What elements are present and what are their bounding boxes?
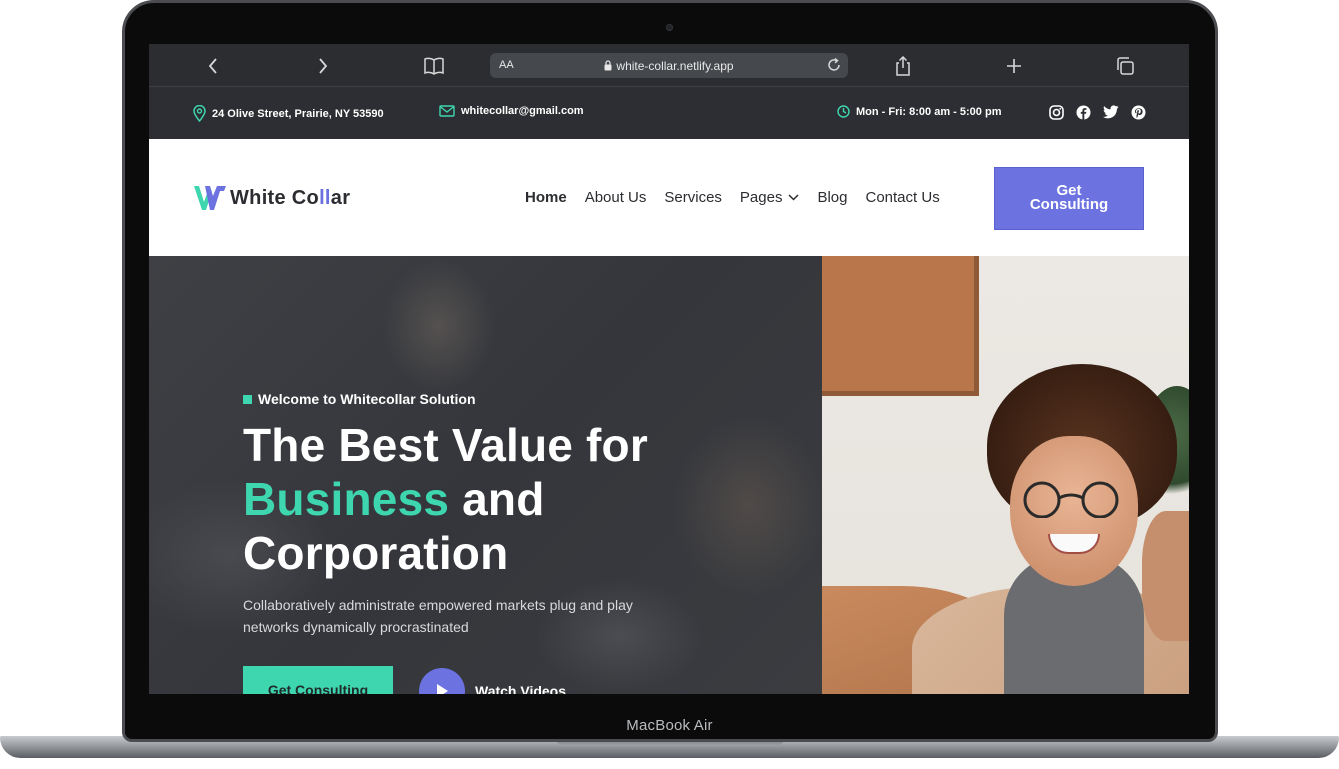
eyebrow-square-icon [243, 394, 252, 404]
back-icon[interactable] [200, 53, 226, 79]
device-label: MacBook Air [626, 717, 713, 734]
get-consulting-header-button[interactable]: Get Consulting [994, 167, 1144, 230]
brand-name: White Collar [230, 186, 351, 209]
glasses [1023, 481, 1119, 518]
bookmarks-icon[interactable] [421, 53, 447, 79]
nav-item-about-us[interactable]: About Us [585, 189, 647, 206]
chevron-down-icon [788, 194, 799, 201]
get-consulting-hero-button[interactable]: Get Consulting [243, 666, 393, 694]
twitter-icon[interactable] [1103, 105, 1119, 123]
address-bar[interactable]: AA white-collar.netlify.app [490, 53, 848, 78]
share-icon[interactable] [890, 53, 916, 79]
map-pin-icon [193, 105, 206, 122]
address-item: 24 Olive Street, Prairie, NY 53590 [193, 105, 384, 122]
hero-subtext: Collaboratively administrate empowered m… [243, 597, 633, 635]
hero-eyebrow: Welcome to Whitecollar Solution [243, 391, 476, 407]
headline-line-1: The Best Value for [243, 419, 648, 471]
hero-photo-woman-smiling [822, 256, 1189, 694]
email-text[interactable]: whitecollar@gmail.com [461, 105, 584, 117]
nav-item-blog[interactable]: Blog [817, 189, 847, 206]
main-nav: Home About Us Services Pages Blog Contac… [525, 189, 940, 206]
email-item[interactable]: whitecollar@gmail.com [439, 105, 584, 117]
forward-icon[interactable] [310, 53, 336, 79]
corkboard [822, 256, 979, 396]
reload-icon[interactable] [826, 57, 842, 78]
hours-text: Mon - Fri: 8:00 am - 5:00 pm [856, 105, 1002, 118]
watch-videos-label[interactable]: Watch Videos [475, 683, 566, 694]
new-tab-icon[interactable] [1001, 53, 1027, 79]
address-text: 24 Olive Street, Prairie, NY 53590 [212, 107, 384, 120]
play-icon[interactable] [419, 668, 465, 694]
url-text: white-collar.netlify.app [616, 59, 734, 73]
pinterest-icon[interactable] [1131, 105, 1146, 123]
site-header: White Collar Home About Us Services Page… [149, 139, 1189, 256]
hero-headline: The Best Value for Business and Corporat… [243, 418, 723, 580]
envelope-icon [439, 105, 455, 117]
tabs-overview-icon[interactable] [1112, 53, 1138, 79]
browser-toolbar: AA white-collar.netlify.app [149, 44, 1189, 87]
headline-highlight: Business [243, 473, 450, 525]
nav-item-pages[interactable]: Pages [740, 189, 800, 206]
clock-icon [837, 105, 850, 118]
screen: AA white-collar.netlify.app 24 Olive Str… [149, 44, 1189, 694]
facebook-icon[interactable] [1076, 105, 1091, 123]
instagram-icon[interactable] [1049, 105, 1064, 123]
nav-item-services[interactable]: Services [664, 189, 722, 206]
hero-section: Welcome to Whitecollar Solution The Best… [149, 256, 1189, 694]
cta-line-2: Consulting [1029, 196, 1109, 213]
nav-item-home[interactable]: Home [525, 189, 567, 206]
social-links [1049, 105, 1146, 123]
webcam [666, 24, 673, 31]
logo-mark-icon [194, 186, 226, 210]
nav-item-contact-us[interactable]: Contact Us [866, 189, 940, 206]
brand-logo[interactable]: White Collar [193, 185, 350, 211]
headline-line-2-rest: and [449, 473, 545, 525]
man [1142, 511, 1189, 641]
watch-videos-button[interactable]: Watch Videos [419, 668, 566, 694]
headline-line-3: Corporation [243, 527, 509, 579]
hours-item: Mon - Fri: 8:00 am - 5:00 pm [837, 105, 1001, 118]
lock-icon [604, 60, 612, 71]
contact-info-bar: 24 Olive Street, Prairie, NY 53590 white… [149, 87, 1189, 139]
eyebrow-text: Welcome to Whitecollar Solution [258, 391, 476, 407]
